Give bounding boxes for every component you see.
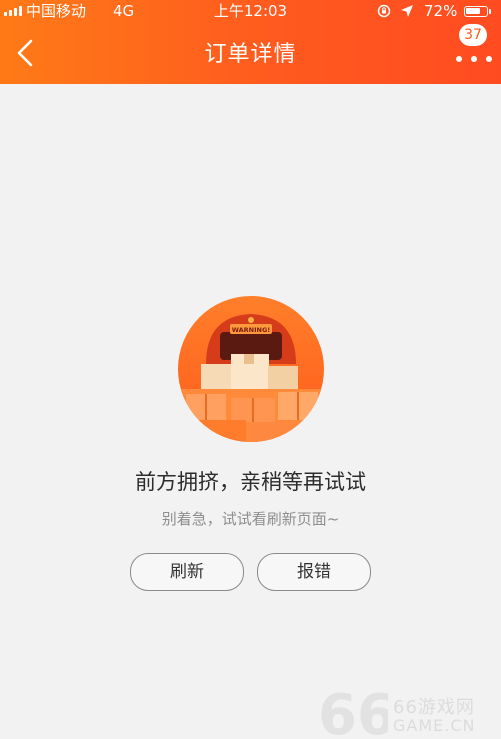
top-header: 中国移动 4G 上午12:03 72% 订单详情 37 (0, 0, 501, 84)
error-subtitle: 别着急，试试看刷新页面~ (161, 510, 340, 528)
page-title: 订单详情 (204, 42, 297, 67)
error-title: 前方拥挤，亲稍等再试试 (135, 470, 366, 494)
battery-nub (489, 9, 491, 14)
refresh-button[interactable]: 刷新 (130, 553, 244, 591)
warning-sign: WARNING! (232, 326, 271, 334)
watermark-logo: 66 (318, 686, 388, 738)
report-error-button[interactable]: 报错 (257, 553, 371, 591)
message-badge: 37 (459, 24, 487, 46)
crowded-truck-illustration: WARNING! (178, 296, 324, 442)
more-dots-icon[interactable] (456, 50, 492, 68)
svg-text:66: 66 (318, 686, 388, 738)
location-icon (401, 5, 413, 17)
watermark-domain: GAME.CN (393, 716, 476, 735)
battery-level (466, 8, 480, 14)
battery-percent: 72% (424, 2, 458, 20)
rotation-lock-icon (377, 4, 391, 18)
status-bar: 中国移动 4G 上午12:03 72% (0, 0, 501, 22)
battery-icon (464, 6, 488, 17)
